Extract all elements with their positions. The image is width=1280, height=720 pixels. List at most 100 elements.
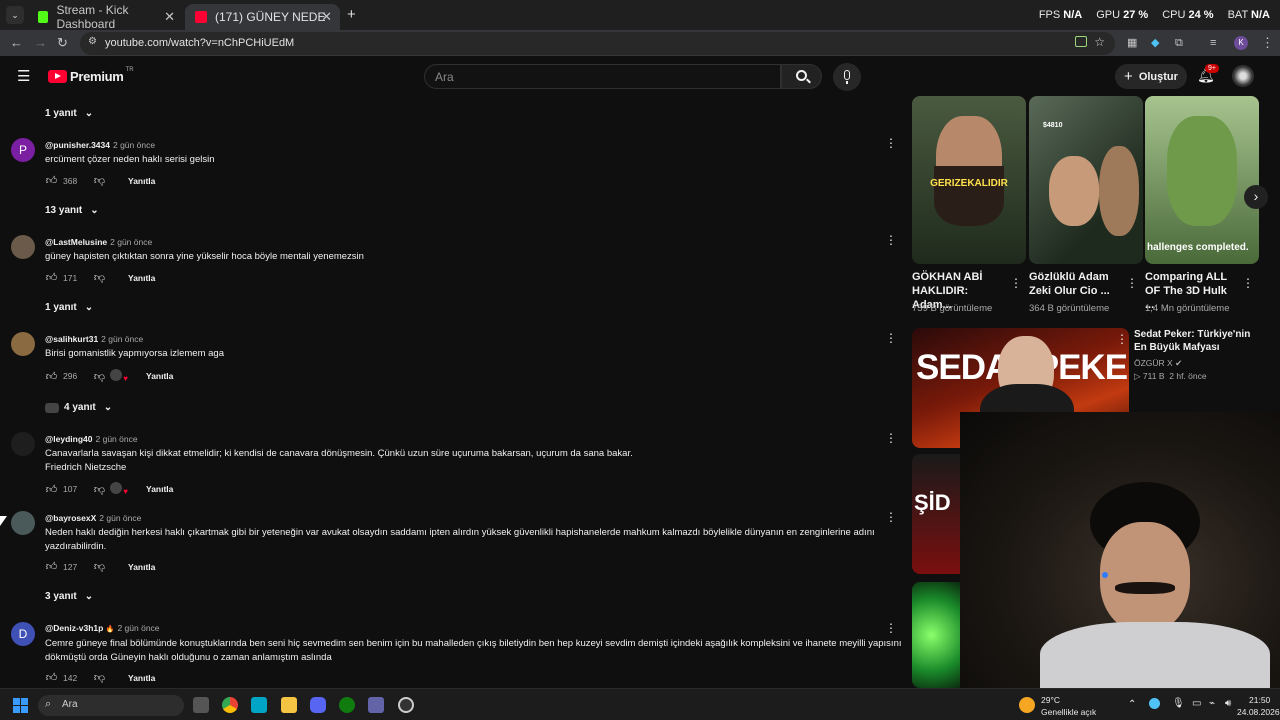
tab-search-icon[interactable]: ⌄ (6, 6, 24, 24)
clock-time[interactable]: 21:50 (1249, 695, 1270, 705)
more-actions-icon[interactable]: ⋮ (885, 431, 897, 445)
more-actions-icon[interactable]: ⋮ (885, 510, 897, 524)
close-tab-icon[interactable]: ✕ (164, 9, 175, 25)
task-view-icon[interactable] (193, 697, 209, 713)
reply-button[interactable]: Yanıtla (128, 273, 155, 283)
avatar[interactable] (11, 235, 35, 259)
like-icon[interactable]: 👍︎ (45, 174, 58, 187)
more-actions-icon[interactable]: ⋮ (885, 233, 897, 247)
file-explorer-icon[interactable] (281, 697, 297, 713)
reading-list-icon[interactable]: ≡ (1210, 35, 1216, 51)
reply-button[interactable]: Yanıtla (128, 176, 155, 186)
channel-name[interactable]: ÖZGÜR X ✔ (1134, 358, 1182, 369)
replies-toggle[interactable]: 3 yanıt ⌄ (45, 591, 93, 602)
reply-button[interactable]: Yanıtla (146, 484, 173, 494)
like-icon[interactable]: 👍︎ (45, 271, 58, 284)
app-icon[interactable] (251, 697, 267, 713)
avatar[interactable]: D (11, 622, 35, 646)
voice-search-button[interactable] (833, 63, 861, 91)
replies-toggle[interactable]: 1 yanıt ⌄ (45, 302, 93, 313)
obs-icon[interactable] (398, 697, 414, 713)
tab-kick-dashboard[interactable]: Stream - Kick Dashboard ✕ (28, 3, 183, 31)
more-actions-icon[interactable]: ⋮ (885, 331, 897, 345)
back-icon[interactable]: ← (10, 35, 23, 51)
tray-chevron-icon[interactable]: ⌃ (1128, 699, 1136, 710)
reply-button[interactable]: Yanıtla (128, 673, 155, 683)
like-icon[interactable]: 👍︎ (45, 560, 58, 573)
comment-author[interactable]: @salihkurt31 2 gün önce (45, 334, 143, 344)
avatar[interactable] (11, 432, 35, 456)
more-actions-icon[interactable]: ⋮ (1126, 276, 1138, 290)
more-actions-icon[interactable]: ⋮ (885, 136, 897, 150)
comment-author[interactable]: @bayrosexX 2 gün önce (45, 513, 141, 523)
dislike-icon[interactable]: 👎︎ (93, 671, 106, 684)
like-icon[interactable]: 👍︎ (45, 671, 58, 684)
extension-icon[interactable]: ▦ (1127, 35, 1137, 51)
video-thumbnail[interactable] (912, 582, 960, 688)
bookmark-star-icon[interactable]: ☆ (1094, 35, 1105, 49)
dislike-icon[interactable]: 👎︎ (93, 370, 106, 383)
forward-icon[interactable]: → (34, 35, 47, 51)
more-actions-icon[interactable]: ⋮ (1010, 276, 1022, 290)
comment-author[interactable]: @LastMelusine 2 gün önce (45, 237, 152, 247)
video-thumbnail[interactable]: ŞİD (912, 454, 960, 574)
address-bar[interactable]: ⚙ youtube.com/watch?v=nChPCHiUEdM ☆ (80, 32, 1115, 55)
replies-toggle[interactable]: 1 yanıt ⌄ (45, 108, 93, 119)
extension-blue-icon[interactable]: ◆ (1151, 35, 1159, 51)
windows-start-icon[interactable] (13, 698, 28, 713)
more-actions-icon[interactable]: ⋮ (1116, 332, 1128, 346)
shorts-next-button[interactable]: › (1244, 185, 1268, 209)
replies-toggle[interactable]: 13 yanıt ⌄ (45, 205, 99, 216)
comment-author[interactable]: @punisher.3434 2 gün önce (45, 140, 155, 150)
discord-icon[interactable] (310, 697, 326, 713)
avatar[interactable] (11, 511, 35, 535)
tray-app-icon[interactable] (1149, 698, 1160, 709)
site-info-icon[interactable]: ⚙ (88, 36, 97, 47)
search-input[interactable]: Ara (424, 64, 781, 89)
mic-tray-icon[interactable]: 🎙︎ (1172, 698, 1185, 709)
extensions-puzzle-icon[interactable]: ⧉ (1175, 35, 1183, 51)
profile-avatar[interactable]: K (1234, 36, 1248, 50)
avatar[interactable] (11, 332, 35, 356)
youtube-logo[interactable]: Premium TR (48, 67, 134, 84)
more-actions-icon[interactable]: ⋮ (1242, 276, 1254, 290)
dislike-icon[interactable]: 👎︎ (93, 483, 106, 496)
short-thumbnail[interactable]: $4810 (1029, 96, 1143, 264)
new-tab-button[interactable]: + (347, 6, 356, 23)
like-icon[interactable]: 👍︎ (45, 483, 58, 496)
teams-icon[interactable] (368, 697, 384, 713)
search-button[interactable] (781, 64, 822, 89)
notifications-button[interactable]: 🔔︎ 9+ (1197, 64, 1219, 85)
network-icon[interactable]: ⌁ (1209, 698, 1215, 709)
account-avatar[interactable] (1232, 65, 1254, 87)
weather-icon[interactable] (1019, 697, 1035, 713)
comment-author[interactable]: @Deniz-v3h1p 🔥 2 gün önce (45, 623, 160, 633)
cast-icon[interactable] (1075, 36, 1087, 47)
more-actions-icon[interactable]: ⋮ (885, 621, 897, 635)
reload-icon[interactable]: ↻ (57, 35, 68, 51)
short-thumbnail[interactable]: hallenges completed. (1145, 96, 1259, 264)
avatar[interactable]: P (11, 138, 35, 162)
tab-youtube[interactable]: (171) GÜNEY NEDEN HAKLI? Ki ✕ (185, 4, 340, 30)
display-tray-icon[interactable]: ▭ (1192, 698, 1201, 709)
xbox-icon[interactable] (339, 697, 355, 713)
video-title[interactable]: Sedat Peker: Türkiye'nin En Büyük Mafyas… (1134, 328, 1254, 354)
chrome-icon[interactable] (222, 697, 238, 713)
close-tab-icon[interactable]: ✕ (321, 9, 332, 25)
taskbar-search-input[interactable]: ⌕ Ara (38, 695, 184, 716)
dislike-icon[interactable]: 👎︎ (93, 271, 106, 284)
hamburger-menu-icon[interactable]: ☰ (17, 67, 30, 85)
volume-icon[interactable]: 🔊︎ (1225, 698, 1231, 709)
reply-button[interactable]: Yanıtla (128, 562, 155, 572)
create-button[interactable]: + Oluştur (1115, 64, 1187, 89)
short-title[interactable]: Gözlüklü Adam Zeki Olur Cio ... (1029, 270, 1123, 298)
comment-author[interactable]: @leyding40 2 gün önce (45, 434, 138, 444)
browser-menu-icon[interactable]: ⋮ (1261, 35, 1274, 51)
dislike-icon[interactable]: 👎︎ (93, 560, 106, 573)
like-icon[interactable]: 👍︎ (45, 370, 58, 383)
reply-button[interactable]: Yanıtla (146, 371, 173, 381)
replies-toggle[interactable]: 4 yanıt ⌄ (45, 402, 112, 413)
clock-date[interactable]: 24.08.2026 (1237, 707, 1280, 717)
dislike-icon[interactable]: 👎︎ (93, 174, 106, 187)
short-thumbnail[interactable]: GERIZEKALIDIR (912, 96, 1026, 264)
